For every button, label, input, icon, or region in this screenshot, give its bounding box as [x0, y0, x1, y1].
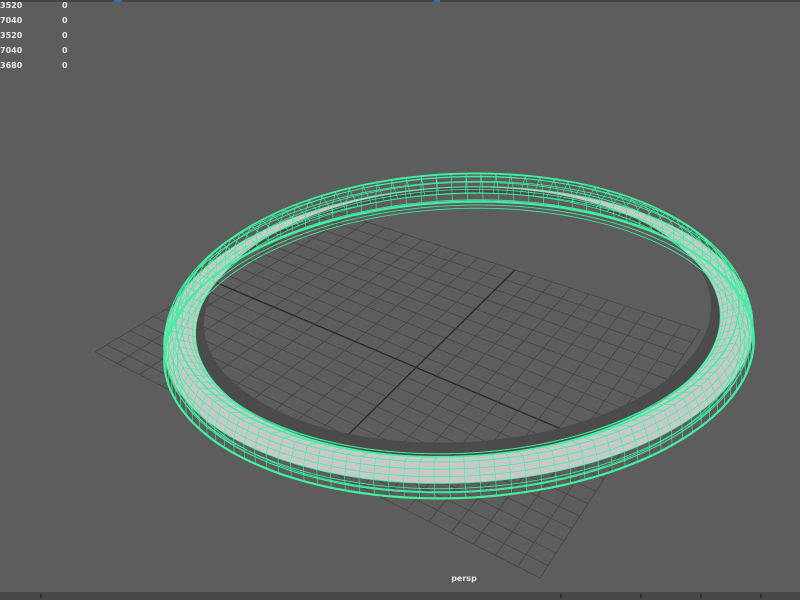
hud-value: 7040 — [0, 16, 23, 25]
hud-secondary-value: 0 — [62, 46, 68, 55]
perspective-viewport[interactable]: 3520 0 7040 0 3520 0 7040 0 3680 0 persp — [0, 0, 800, 600]
hud-value: 3520 — [0, 1, 23, 10]
bar-tick — [760, 594, 762, 598]
hud-value: 3520 — [0, 31, 23, 40]
hud-secondary-value: 0 — [62, 16, 68, 25]
hud-value: 3680 — [0, 61, 23, 70]
hud-value: 7040 — [0, 46, 23, 55]
hud-secondary-value: 0 — [62, 61, 68, 70]
bar-tick — [560, 594, 562, 598]
hud-row: 7040 0 — [0, 45, 90, 57]
hud-row: 3520 0 — [0, 30, 90, 42]
hud-row: 3680 0 — [0, 60, 90, 72]
bar-tick — [640, 594, 642, 598]
bar-tick — [700, 594, 702, 598]
hud-secondary-value: 0 — [62, 31, 68, 40]
scene-canvas[interactable] — [0, 0, 800, 600]
bar-tick — [40, 594, 42, 598]
camera-name-label: persp — [451, 574, 477, 583]
hud-secondary-value: 0 — [62, 1, 68, 10]
hud-row: 7040 0 — [0, 15, 90, 27]
viewport-bottom-bar — [0, 592, 800, 600]
hud-row: 3520 0 — [0, 0, 90, 12]
